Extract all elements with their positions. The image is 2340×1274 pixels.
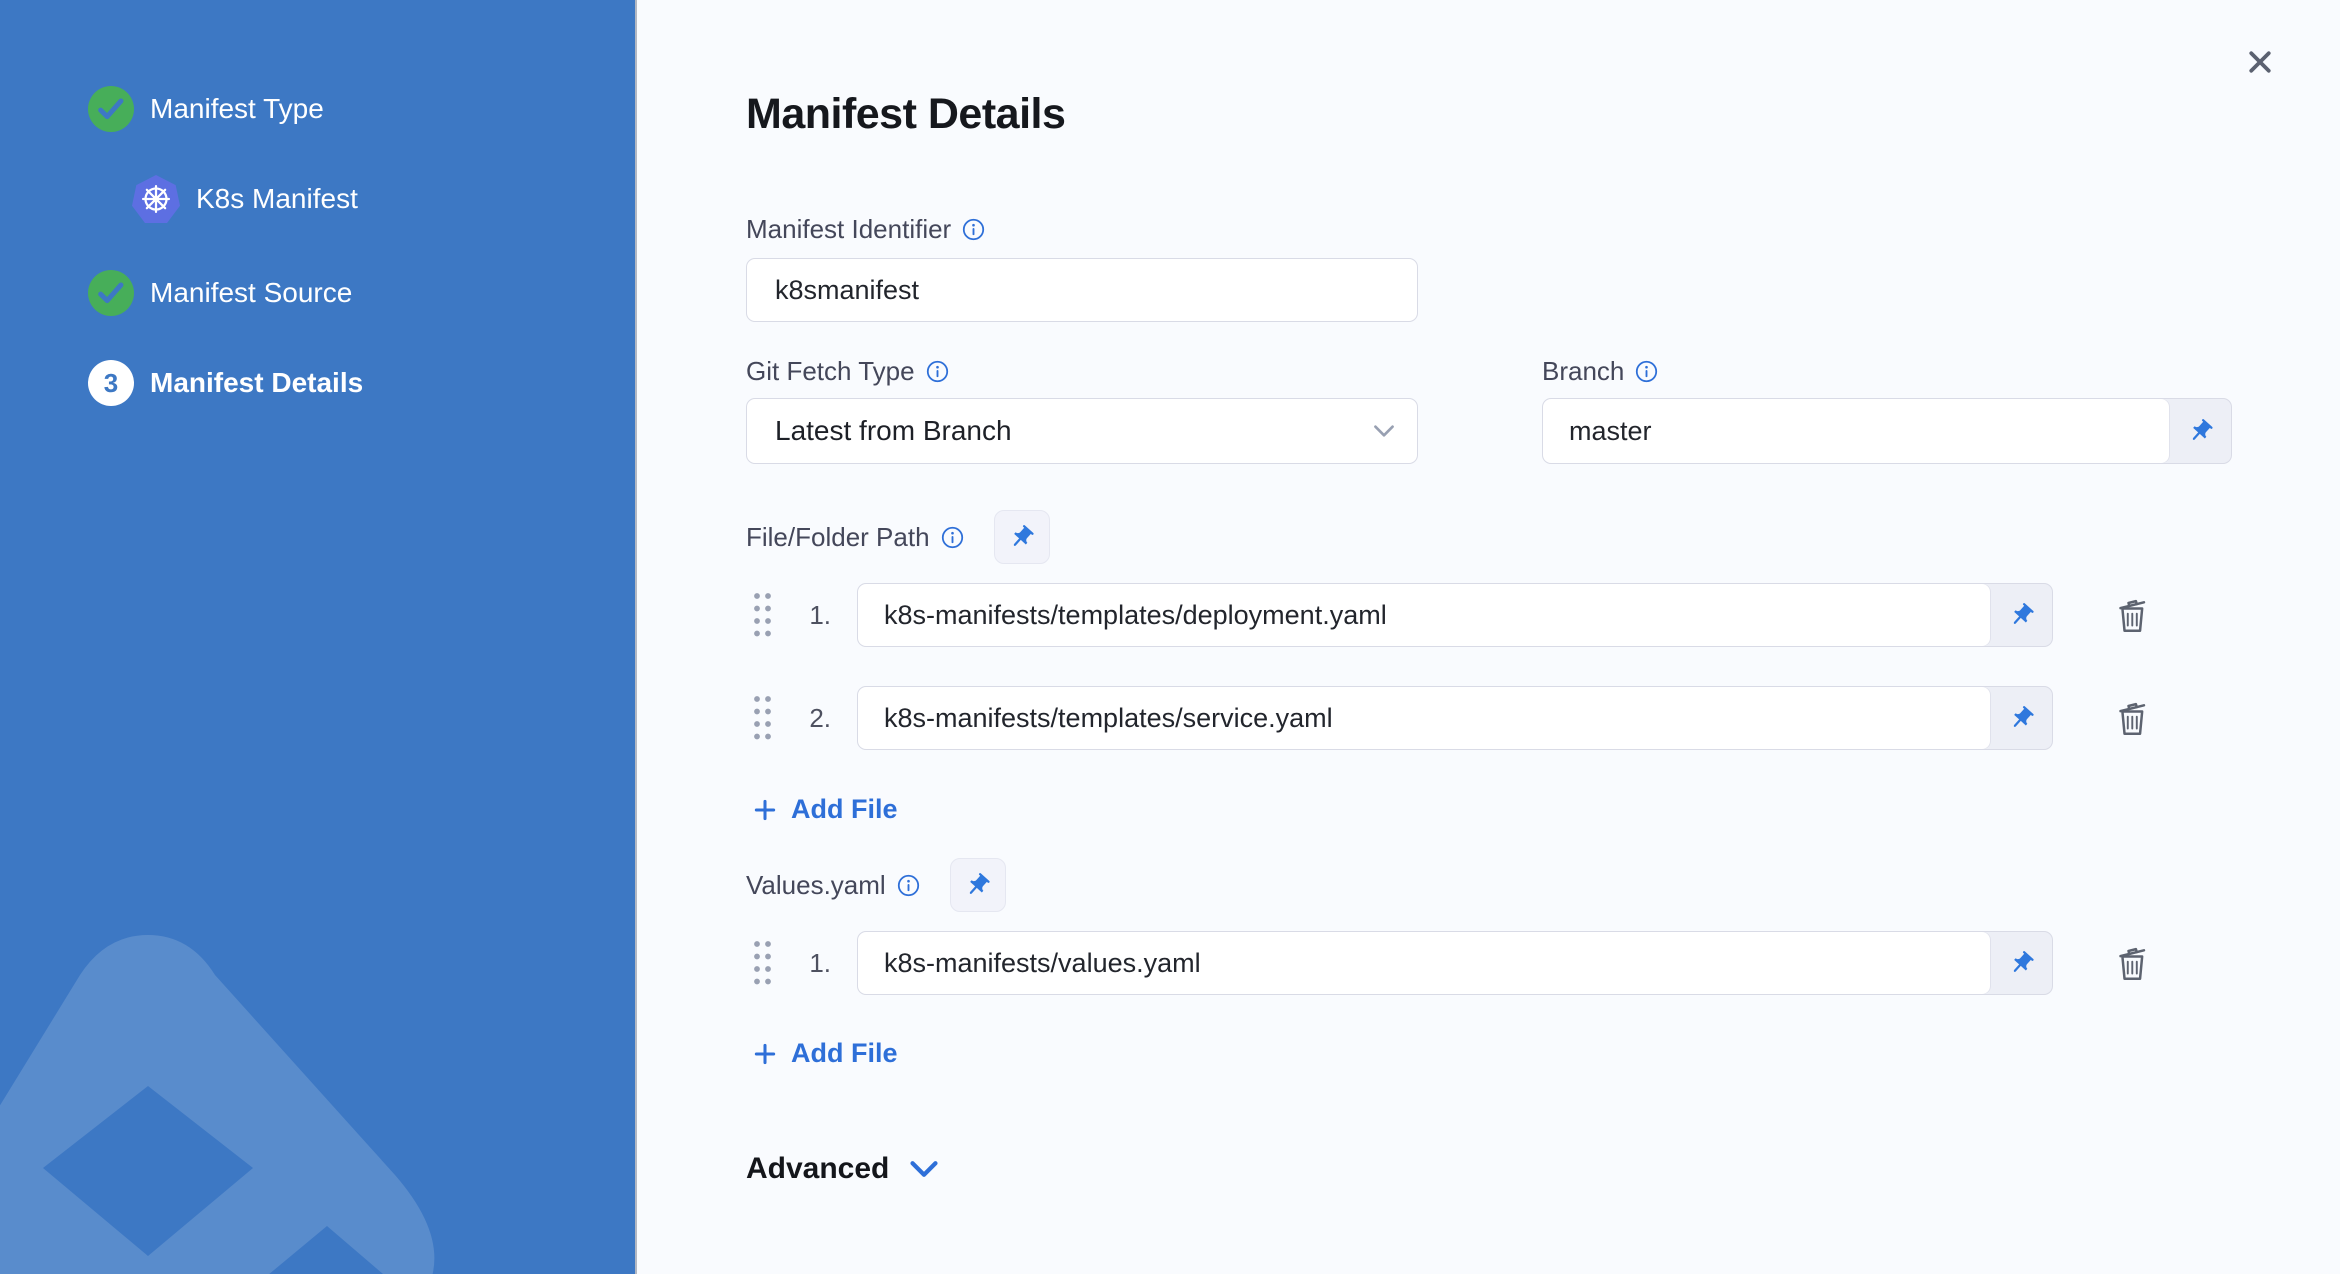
info-icon[interactable]: [926, 360, 949, 383]
values-file-row: 1.: [746, 931, 2155, 995]
file-path-row: 1.: [746, 583, 2155, 647]
pushpin-icon: [2013, 950, 2034, 972]
manifest-identifier-input[interactable]: [746, 258, 1418, 322]
close-icon: [2249, 51, 2271, 73]
sidebar-item-label: Manifest Type: [150, 93, 324, 124]
step-number-badge: 3: [88, 360, 134, 406]
sidebar-item-label: K8s Manifest: [196, 183, 358, 214]
manifest-details-panel: Manifest Details Manifest Identifier Git…: [637, 0, 2340, 1274]
sidebar-item-label: Manifest Details: [150, 367, 364, 398]
plus-icon: [754, 799, 776, 820]
file-folder-path-pin-button[interactable]: [993, 510, 1050, 564]
row-index: 1.: [809, 599, 831, 630]
pushpin-icon: [2013, 602, 2034, 624]
branch-input-group: [1542, 398, 2232, 464]
pushpin-icon: [2013, 705, 2034, 727]
values-yaml-header: Values.yaml: [746, 858, 1006, 912]
sidebar-item-manifest-source[interactable]: Manifest Source: [88, 270, 352, 316]
info-icon[interactable]: [1635, 360, 1658, 383]
file-path-pin-button[interactable]: [1990, 687, 2052, 749]
info-icon[interactable]: [897, 874, 920, 897]
advanced-toggle[interactable]: Advanced: [746, 1152, 939, 1186]
trash-icon: [2119, 947, 2146, 980]
values-path-pin-button[interactable]: [1990, 932, 2052, 994]
file-folder-path-label: File/Folder Path: [746, 522, 964, 553]
info-icon[interactable]: [962, 218, 985, 241]
file-path-input[interactable]: [858, 687, 1990, 749]
info-icon[interactable]: [941, 526, 964, 549]
delete-row-button[interactable]: [2109, 592, 2155, 638]
pushpin-icon: [970, 872, 990, 894]
check-circle-icon: [88, 86, 134, 132]
sidebar-item-k8s-manifest[interactable]: K8s Manifest: [132, 175, 358, 223]
plus-icon: [754, 1043, 776, 1064]
drag-handle-icon[interactable]: [752, 693, 773, 743]
add-file-button[interactable]: Add File: [752, 1038, 898, 1069]
sidebar-item-manifest-details[interactable]: 3 Manifest Details: [88, 360, 363, 406]
delete-row-button[interactable]: [2109, 940, 2155, 986]
drag-handle-icon[interactable]: [752, 938, 773, 988]
chevron-down-icon: [1374, 425, 1394, 437]
delete-row-button[interactable]: [2109, 695, 2155, 741]
values-yaml-pin-button[interactable]: [949, 858, 1006, 912]
file-path-input-group: [857, 583, 2053, 647]
pushpin-icon: [1013, 524, 1034, 546]
add-file-button[interactable]: Add File: [752, 794, 898, 825]
close-button[interactable]: [2234, 36, 2286, 88]
git-fetch-type-select[interactable]: Latest from Branch: [746, 398, 1418, 464]
file-path-row: 2.: [746, 686, 2155, 750]
sidebar-item-label: Manifest Source: [150, 277, 353, 308]
dialog-title: Manifest Details: [746, 90, 1066, 138]
trash-icon: [2119, 702, 2146, 735]
sidebar-item-manifest-type[interactable]: Manifest Type: [88, 86, 324, 132]
pushpin-icon: [2192, 418, 2213, 440]
check-circle-icon: [88, 270, 134, 316]
values-yaml-label: Values.yaml: [746, 870, 920, 901]
file-folder-path-header: File/Folder Path: [746, 510, 1050, 564]
trash-icon: [2119, 599, 2146, 632]
branch-pin-button[interactable]: [2169, 399, 2231, 463]
drag-handle-icon[interactable]: [752, 590, 773, 640]
row-index: 1.: [809, 947, 831, 978]
row-index: 2.: [809, 702, 831, 733]
manifest-identifier-label: Manifest Identifier: [746, 214, 985, 245]
values-path-input[interactable]: [858, 932, 1990, 994]
values-path-input-group: [857, 931, 2053, 995]
kubernetes-icon: [132, 175, 180, 223]
file-path-input-group: [857, 686, 2053, 750]
git-fetch-type-label: Git Fetch Type: [746, 356, 949, 387]
file-path-pin-button[interactable]: [1990, 584, 2052, 646]
wizard-sidebar: Manifest Type K8s Manifest Manifest Sour…: [0, 0, 637, 1274]
branch-input[interactable]: [1543, 399, 2169, 463]
file-path-input[interactable]: [858, 584, 1990, 646]
chevron-down-icon: [910, 1161, 938, 1177]
branch-label: Branch: [1542, 356, 1658, 387]
